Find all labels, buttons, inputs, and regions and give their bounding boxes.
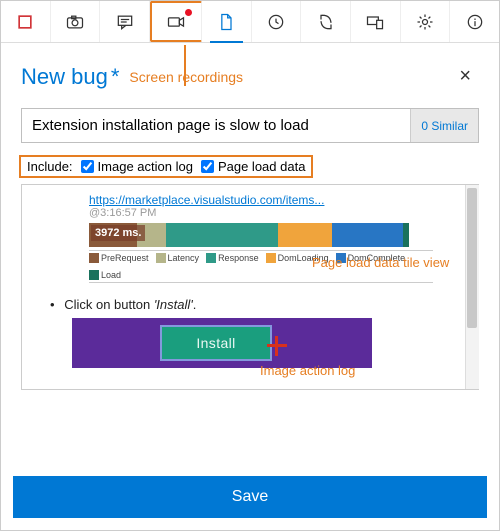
camera-icon [65,12,85,32]
history-icon [266,12,286,32]
action-step: • Click on button 'Install'. [50,297,475,312]
screen-recording-button[interactable] [150,1,202,42]
info-button[interactable] [450,1,499,42]
action-screenshot: Install [72,318,372,368]
devices-button[interactable] [351,1,401,42]
tile-view-annotation: Page load data tile view [312,255,449,270]
page-load-data-checkbox[interactable] [201,160,214,173]
recording-indicator-dot [185,9,192,16]
page-url-link[interactable]: https://marketplace.visualstudio.com/ite… [89,193,475,207]
legend-latency: Latency [156,253,200,263]
bug-title-input[interactable] [22,109,410,142]
devices-icon [365,12,385,32]
history-button[interactable] [252,1,302,42]
image-action-log-label: Image action log [98,159,193,174]
step-text: Click on button [64,297,150,312]
toolbar [1,1,499,43]
click-crosshair-icon [267,336,287,356]
include-image-action-log[interactable]: Image action log [81,159,193,174]
record-icon [15,12,35,32]
content-panel: https://marketplace.visualstudio.com/ite… [21,184,479,390]
sync-icon [316,12,336,32]
legend-load: Load [89,270,121,280]
screen-recordings-annotation: Screen recordings [129,69,243,85]
step-target: 'Install' [154,297,193,312]
close-button[interactable]: × [451,61,479,92]
image-action-log-annotation: Image action log [260,363,355,378]
bullet-icon: • [50,297,55,312]
seg-domloading [278,223,332,247]
seg-domcomplete [332,223,402,247]
comment-icon [115,12,135,32]
settings-button[interactable] [401,1,451,42]
required-indicator: * [111,64,120,90]
note-button[interactable] [100,1,150,42]
legend-prerequest: PreRequest [89,253,149,263]
info-icon [465,12,485,32]
page-load-tile-bar: 3972 ms. [89,223,409,247]
screenshot-button[interactable] [51,1,101,42]
new-bug-tab[interactable] [202,1,252,42]
gear-icon [415,12,435,32]
legend-response: Response [206,253,259,263]
annotation-connector [184,45,186,86]
seg-response [166,223,278,247]
image-action-log-checkbox[interactable] [81,160,94,173]
timestamp: @3:16:57 PM [89,207,475,219]
stop-record-button[interactable] [1,1,51,42]
sync-button[interactable] [301,1,351,42]
save-button[interactable]: Save [13,476,487,518]
seg-load [403,223,409,247]
include-label: Include: [27,159,73,174]
similar-button[interactable]: 0 Similar [410,109,478,142]
total-ms-label: 3972 ms. [91,225,145,241]
include-page-load-data[interactable]: Page load data [201,159,305,174]
document-icon [216,12,236,32]
header-row: New bug * Screen recordings × [1,43,499,100]
scrollbar[interactable] [465,185,479,389]
video-icon [166,12,186,32]
title-row: 0 Similar [21,108,479,143]
install-button-capture: Install [162,327,270,359]
include-options: Include: Image action log Page load data [19,155,313,178]
scrollbar-thumb[interactable] [467,188,477,328]
page-title: New bug [21,64,108,90]
page-load-data-label: Page load data [218,159,305,174]
